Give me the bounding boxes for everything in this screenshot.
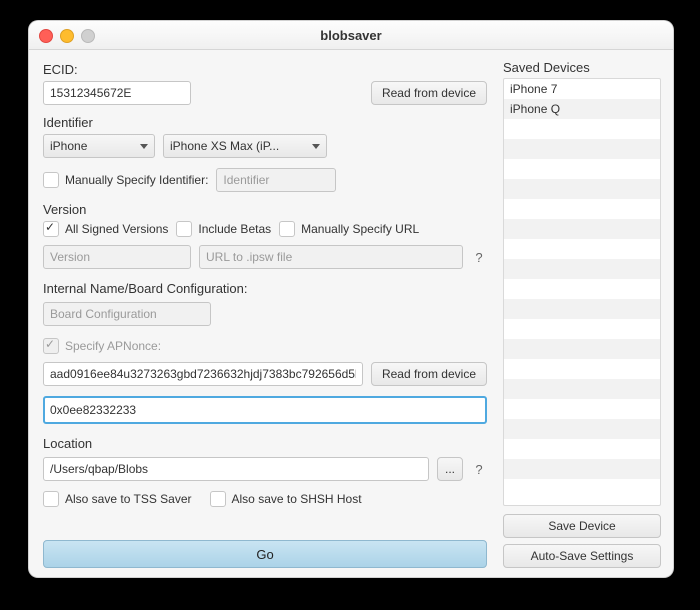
minimize-icon[interactable] (60, 29, 74, 43)
list-item[interactable]: iPhone Q (504, 99, 660, 119)
list-item (504, 419, 660, 439)
checkbox-icon (43, 172, 59, 188)
list-item (504, 259, 660, 279)
ipsw-url-input (199, 245, 463, 269)
location-label: Location (43, 436, 487, 451)
list-item (504, 119, 660, 139)
chevron-down-icon (312, 144, 320, 149)
app-window: blobsaver ECID: Read from device Identif… (28, 20, 674, 578)
checkbox-icon (43, 338, 59, 354)
checkbox-icon (176, 221, 192, 237)
list-item (504, 219, 660, 239)
list-item (504, 319, 660, 339)
apnonce-check: Specify APNonce: (43, 338, 487, 354)
version-input (43, 245, 191, 269)
list-item (504, 299, 660, 319)
list-item (504, 459, 660, 479)
shsh-host-check[interactable]: Also save to SHSH Host (210, 491, 362, 507)
save-device-button[interactable]: Save Device (503, 514, 661, 538)
include-betas-check[interactable]: Include Betas (176, 221, 271, 237)
manual-identifier-check[interactable]: Manually Specify Identifier: (43, 172, 208, 188)
ecid-label: ECID: (43, 62, 487, 77)
generator-input[interactable] (43, 396, 487, 424)
manual-identifier-input (216, 168, 336, 192)
list-item (504, 339, 660, 359)
list-item (504, 239, 660, 259)
board-config-input (43, 302, 211, 326)
main-panel: ECID: Read from device Identifier iPhone… (29, 50, 497, 578)
checkbox-icon (43, 491, 59, 507)
list-item (504, 359, 660, 379)
side-panel: Saved Devices iPhone 7 iPhone Q (497, 50, 673, 578)
checkbox-icon (43, 221, 59, 237)
browse-button[interactable]: ... (437, 457, 463, 481)
list-item (504, 199, 660, 219)
saved-devices-label: Saved Devices (503, 60, 661, 75)
identifier-label: Identifier (43, 115, 487, 130)
go-button[interactable]: Go (43, 540, 487, 568)
titlebar: blobsaver (29, 21, 673, 50)
ecid-input[interactable] (43, 81, 191, 105)
list-item (504, 479, 660, 499)
version-label: Version (43, 202, 487, 217)
list-item (504, 159, 660, 179)
manual-url-check[interactable]: Manually Specify URL (279, 221, 419, 237)
device-model-select[interactable]: iPhone XS Max (iP... (163, 134, 327, 158)
list-item[interactable]: iPhone 7 (504, 79, 660, 99)
chevron-down-icon (140, 144, 148, 149)
apnonce-read-button[interactable]: Read from device (371, 362, 487, 386)
list-item (504, 439, 660, 459)
list-item (504, 279, 660, 299)
traffic-lights (39, 29, 95, 43)
location-input[interactable] (43, 457, 429, 481)
version-help-icon[interactable]: ? (471, 250, 487, 265)
window-title: blobsaver (320, 28, 381, 43)
checkbox-icon (210, 491, 226, 507)
all-signed-check[interactable]: All Signed Versions (43, 221, 168, 237)
list-item (504, 179, 660, 199)
device-type-select[interactable]: iPhone (43, 134, 155, 158)
auto-save-settings-button[interactable]: Auto-Save Settings (503, 544, 661, 568)
list-item (504, 379, 660, 399)
board-label: Internal Name/Board Configuration: (43, 281, 487, 296)
apnonce-input[interactable] (43, 362, 363, 386)
zoom-icon (81, 29, 95, 43)
list-item (504, 399, 660, 419)
tss-saver-check[interactable]: Also save to TSS Saver (43, 491, 192, 507)
ecid-read-button[interactable]: Read from device (371, 81, 487, 105)
close-icon[interactable] (39, 29, 53, 43)
checkbox-icon (279, 221, 295, 237)
location-help-icon[interactable]: ? (471, 462, 487, 477)
list-item (504, 139, 660, 159)
saved-devices-list[interactable]: iPhone 7 iPhone Q (503, 78, 661, 506)
